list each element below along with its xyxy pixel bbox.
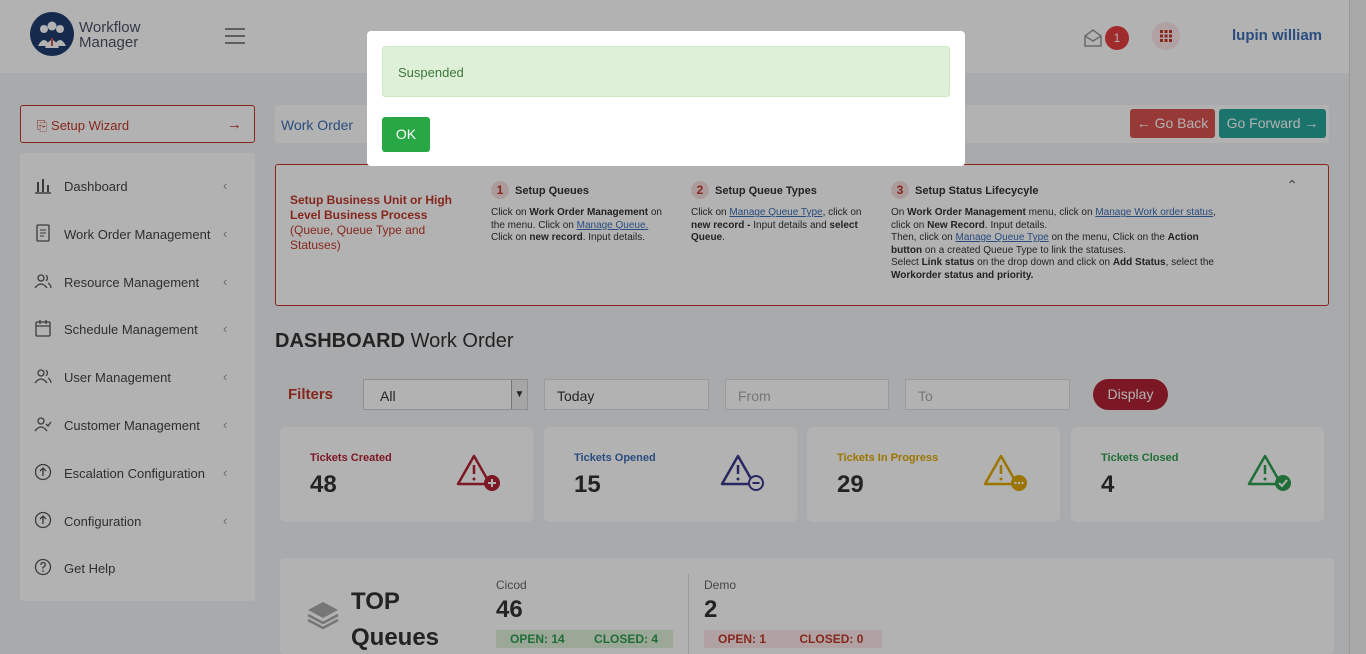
success-alert: Suspended	[382, 46, 950, 97]
ok-button[interactable]: OK	[382, 117, 430, 152]
alert-dialog: Suspended OK	[367, 31, 965, 166]
alert-message: Suspended	[398, 65, 464, 80]
